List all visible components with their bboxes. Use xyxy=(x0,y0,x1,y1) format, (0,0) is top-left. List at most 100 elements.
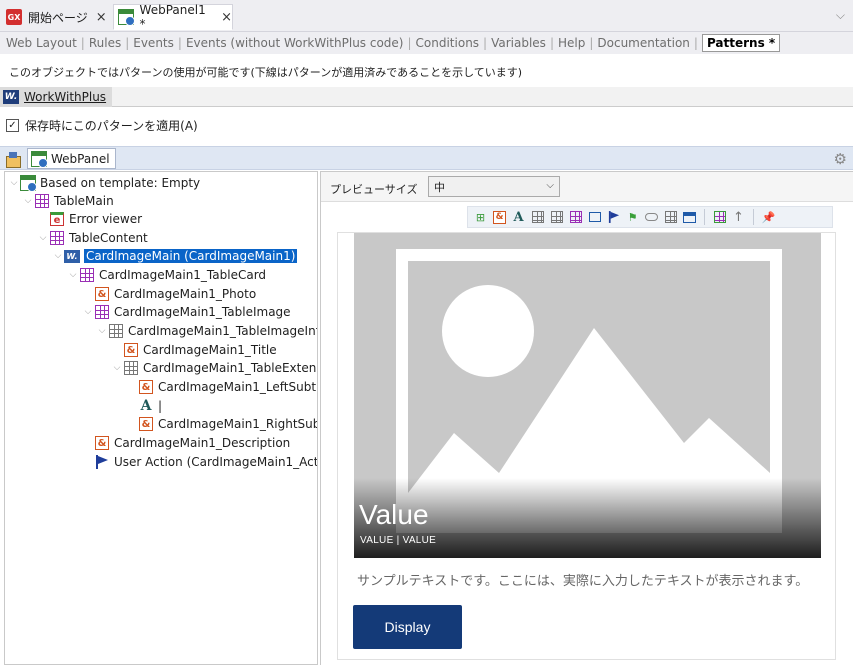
webpanel-button[interactable]: WebPanel xyxy=(27,148,116,169)
close-icon[interactable]: × xyxy=(221,10,232,25)
editor-tab-bar: Web Layout | Rules | Events | Events (witho… xyxy=(0,32,853,54)
tree-item[interactable]: ⌵ TableMain xyxy=(22,192,114,210)
webpanel-icon xyxy=(31,150,48,168)
workwithplus-icon: W. xyxy=(3,90,19,104)
pin-icon[interactable]: 📌 xyxy=(761,210,776,225)
insert-tabs-icon[interactable] xyxy=(682,210,697,225)
instance-properties-button[interactable] xyxy=(5,150,23,168)
expander-icon[interactable]: ⌵ xyxy=(37,233,49,243)
tree-item[interactable]: A | xyxy=(126,397,162,415)
tree-item-label: CardImageMain1_Description xyxy=(114,436,291,450)
insert-responsive-table-icon[interactable] xyxy=(549,210,564,225)
apply-on-save-label: 保存時にこのパターンを適用(A) xyxy=(25,119,198,133)
chevron-down-icon[interactable]: ⌵ xyxy=(836,8,845,23)
tab-rules[interactable]: Rules xyxy=(89,36,121,50)
preview-size-value: 中 xyxy=(434,180,445,194)
expander-icon[interactable]: ⌵ xyxy=(82,307,94,317)
tree-item-selected[interactable]: ⌵ W. CardImageMain (CardImageMain1) xyxy=(52,247,298,265)
table-icon xyxy=(35,194,49,208)
insert-panel-icon[interactable] xyxy=(587,210,602,225)
card-subtitle: VALUE | VALUE xyxy=(360,535,437,546)
preview-size-label: プレビューサイズ xyxy=(330,183,418,196)
error-viewer-icon: e xyxy=(50,212,64,226)
tab-help[interactable]: Help xyxy=(558,36,585,50)
attribute-icon: & xyxy=(95,436,109,450)
document-tab-bar: GX 開始ページ × WebPanel1 * × ⌵ xyxy=(0,0,853,32)
webpanel-icon xyxy=(20,175,37,192)
card-description: サンプルテキストです。ここには、実際に入力したテキストが表示されます。 xyxy=(357,574,809,589)
preview-size-select[interactable]: 中 ⌵ xyxy=(428,176,560,197)
house-icon xyxy=(5,152,21,168)
attribute-icon: & xyxy=(139,417,153,431)
tree-item-label: CardImageMain1_LeftSubtit xyxy=(158,380,318,394)
tab-webpanel1[interactable]: WebPanel1 * × xyxy=(113,3,233,31)
pattern-info-text: このオブジェクトではパターンの使用が可能です(下線はパターンが適用済みであること… xyxy=(9,66,523,79)
tree-item[interactable]: & CardImageMain1_Description xyxy=(82,434,290,452)
tab-documentation[interactable]: Documentation xyxy=(597,36,690,50)
tab-conditions[interactable]: Conditions xyxy=(416,36,480,50)
tree-item-label: Based on template: Empty xyxy=(40,176,201,190)
tab-start-page[interactable]: GX 開始ページ × xyxy=(6,4,112,30)
tab-workwithplus[interactable]: W. WorkWithPlus xyxy=(0,87,113,107)
insert-green-action-icon[interactable]: ⚑ xyxy=(625,210,640,225)
arrow-up-icon[interactable]: ↑ xyxy=(731,210,746,225)
card-image-placeholder: Value VALUE | VALUE xyxy=(354,233,821,558)
tree-item-label: CardImageMain1_TableImage xyxy=(114,305,291,319)
tab-label: WorkWithPlus xyxy=(24,90,107,104)
tab-patterns[interactable]: Patterns * xyxy=(701,34,781,52)
gear-icon[interactable]: ⚙ xyxy=(834,150,847,168)
tree-item-label: CardImageMain1_TableImageInfo xyxy=(128,324,318,338)
preview-panel: プレビューサイズ 中 ⌵ ⊞ & A ⚑ ↑ 📌 Value VALUE | V… xyxy=(320,171,853,665)
tree-item[interactable]: User Action (CardImageMain1_Actio xyxy=(82,453,317,471)
tree-item[interactable]: ⌵ Based on template: Empty xyxy=(8,174,200,192)
expander-icon[interactable]: ⌵ xyxy=(22,196,34,206)
tree-item[interactable]: ⌵ CardImageMain1_TableImageInfo xyxy=(96,322,318,340)
tree-item[interactable]: ⌵ TableContent xyxy=(37,229,148,247)
insert-attribute-icon[interactable]: & xyxy=(492,210,507,225)
tree-item[interactable]: ⌵ CardImageMain1_TableCard xyxy=(67,266,266,284)
close-icon[interactable]: × xyxy=(96,10,107,25)
expander-icon[interactable]: ⌵ xyxy=(96,326,108,336)
attribute-icon: & xyxy=(139,380,153,394)
insert-grid-icon[interactable] xyxy=(663,210,678,225)
tree-item-label: Error viewer xyxy=(69,212,143,226)
tab-events[interactable]: Events xyxy=(133,36,174,50)
insert-layout-icon[interactable]: ⊞ xyxy=(473,210,488,225)
table-icon xyxy=(124,361,138,375)
webpanel-label: WebPanel xyxy=(51,151,110,166)
apply-on-save-checkbox[interactable]: ✓ xyxy=(6,119,19,132)
chevron-down-icon: ⌵ xyxy=(546,180,554,191)
tree-item[interactable]: & CardImageMain1_LeftSubtit xyxy=(126,378,318,396)
tree-item[interactable]: & CardImageMain1_Title xyxy=(111,341,277,359)
insert-button-icon[interactable] xyxy=(644,210,659,225)
tab-events-without-wwp[interactable]: Events (without WorkWithPlus code) xyxy=(186,36,404,50)
tab-variables[interactable]: Variables xyxy=(491,36,546,50)
insert-action-icon[interactable] xyxy=(606,210,621,225)
tab-web-layout[interactable]: Web Layout xyxy=(6,36,77,50)
apply-on-save-row[interactable]: ✓ 保存時にこのパターンを適用(A) xyxy=(6,117,198,134)
tree-item[interactable]: & CardImageMain1_Photo xyxy=(82,285,256,303)
workwithplus-icon: W. xyxy=(64,249,80,263)
expander-icon[interactable]: ⌵ xyxy=(52,251,64,261)
expander-icon[interactable]: ⌵ xyxy=(111,363,123,373)
table-icon xyxy=(95,305,109,319)
table-icon xyxy=(50,231,64,245)
insert-toolbar: ⊞ & A ⚑ ↑ 📌 xyxy=(467,206,833,228)
tree-item[interactable]: & CardImageMain1_RightSubt xyxy=(126,415,317,433)
tree-item[interactable]: e Error viewer xyxy=(37,210,142,228)
expander-icon[interactable]: ⌵ xyxy=(8,178,20,188)
flag-icon xyxy=(95,455,109,469)
display-button[interactable]: Display xyxy=(353,605,462,649)
insert-table-icon[interactable] xyxy=(530,210,545,225)
insert-text-icon[interactable]: A xyxy=(511,210,526,225)
tree-item[interactable]: ⌵ CardImageMain1_TableImage xyxy=(82,303,291,321)
attribute-icon: & xyxy=(124,343,138,357)
insert-grid-table-icon[interactable] xyxy=(568,210,583,225)
card-title: Value xyxy=(359,499,429,530)
tree-item-label: | xyxy=(158,399,163,413)
table-icon xyxy=(80,268,94,282)
tab-label: 開始ページ xyxy=(28,10,88,25)
expander-icon[interactable]: ⌵ xyxy=(67,270,79,280)
grid-settings-icon[interactable] xyxy=(712,210,727,225)
tree-item[interactable]: ⌵ CardImageMain1_TableExtend xyxy=(111,359,317,377)
